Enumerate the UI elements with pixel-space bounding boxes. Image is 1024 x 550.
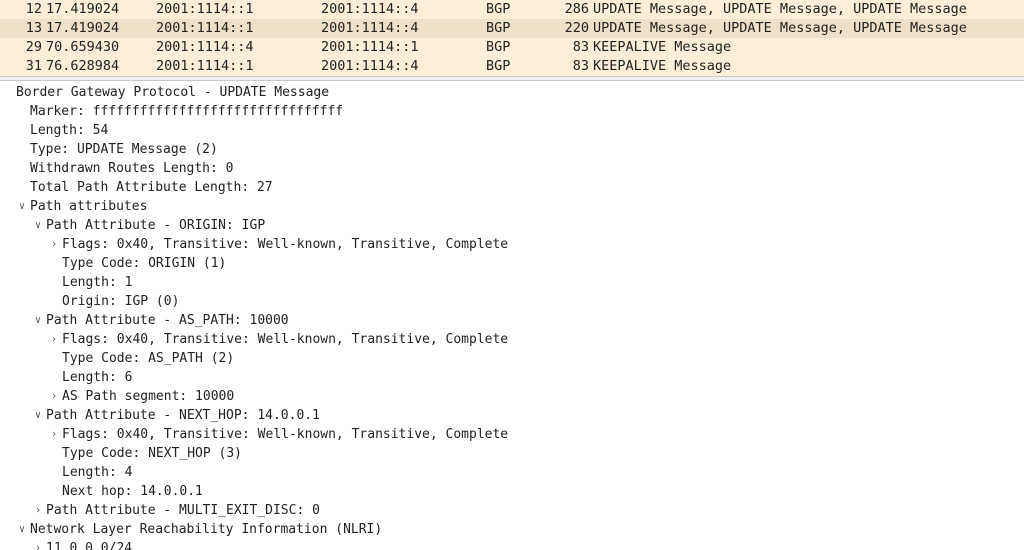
detail-text: Length: 4: [60, 463, 132, 482]
detail-row[interactable]: Type Code: AS_PATH (2): [2, 349, 1024, 368]
detail-text: Length: 1: [60, 273, 132, 292]
detail-row[interactable]: Length: 4: [2, 463, 1024, 482]
detail-text: AS Path segment: 10000: [60, 387, 234, 406]
detail-row[interactable]: ›Flags: 0x40, Transitive: Well-known, Tr…: [2, 235, 1024, 254]
tree-toggle-expanded-icon[interactable]: ∨: [16, 520, 28, 539]
tree-toggle-collapsed-icon[interactable]: ›: [48, 425, 60, 444]
detail-text: Type Code: ORIGIN (1): [60, 254, 226, 273]
packet-col-no: 13: [20, 19, 46, 38]
packet-col-no: 12: [20, 0, 46, 19]
tree-toggle-collapsed-icon[interactable]: ›: [48, 387, 60, 406]
packet-col-info: UPDATE Message, UPDATE Message, UPDATE M…: [593, 19, 1020, 38]
detail-row[interactable]: ›11.0.0.0/24: [2, 539, 1024, 550]
detail-text: Type Code: NEXT_HOP (3): [60, 444, 242, 463]
packet-col-destination: 2001:1114::4: [321, 0, 486, 19]
packet-col-info: KEEPALIVE Message: [593, 57, 1020, 76]
packet-col-source: 2001:1114::4: [156, 38, 321, 57]
tree-toggle-collapsed-icon[interactable]: ›: [48, 235, 60, 254]
detail-row[interactable]: ›Flags: 0x40, Transitive: Well-known, Tr…: [2, 425, 1024, 444]
packet-col-source: 2001:1114::1: [156, 19, 321, 38]
detail-row[interactable]: ›AS Path segment: 10000: [2, 387, 1024, 406]
packet-col-time: 17.419024: [46, 19, 156, 38]
packet-row[interactable]: 3176.6289842001:1114::12001:1114::4BGP83…: [0, 57, 1024, 76]
tree-toggle-expanded-icon[interactable]: ∨: [32, 216, 44, 235]
detail-text: Network Layer Reachability Information (…: [28, 520, 382, 539]
detail-row[interactable]: ∨Network Layer Reachability Information …: [2, 520, 1024, 539]
packet-col-length: 83: [556, 38, 593, 57]
detail-text: 11.0.0.0/24: [44, 539, 132, 550]
detail-row[interactable]: Border Gateway Protocol - UPDATE Message: [2, 83, 1024, 102]
detail-text: Path attributes: [28, 197, 147, 216]
detail-text: Total Path Attribute Length: 27: [28, 178, 273, 197]
tree-toggle-collapsed-icon[interactable]: ›: [32, 501, 44, 520]
packet-col-time: 17.419024: [46, 0, 156, 19]
detail-text: Next hop: 14.0.0.1: [60, 482, 203, 501]
packet-col-destination: 2001:1114::4: [321, 19, 486, 38]
packet-col-protocol: BGP: [486, 57, 556, 76]
packet-col-no: 31: [20, 57, 46, 76]
packet-details-pane[interactable]: Border Gateway Protocol - UPDATE Message…: [0, 81, 1024, 550]
detail-text: Length: 54: [28, 121, 108, 140]
packet-row[interactable]: 2970.6594302001:1114::42001:1114::1BGP83…: [0, 38, 1024, 57]
detail-text: Path Attribute - MULTI_EXIT_DISC: 0: [44, 501, 320, 520]
detail-row[interactable]: Type Code: NEXT_HOP (3): [2, 444, 1024, 463]
packet-col-protocol: BGP: [486, 0, 556, 19]
tree-toggle-collapsed-icon[interactable]: ›: [32, 539, 44, 550]
detail-text: Type: UPDATE Message (2): [28, 140, 218, 159]
detail-row[interactable]: Marker: ffffffffffffffffffffffffffffffff: [2, 102, 1024, 121]
detail-row[interactable]: Length: 54: [2, 121, 1024, 140]
detail-row[interactable]: ∨Path Attribute - NEXT_HOP: 14.0.0.1: [2, 406, 1024, 425]
packet-col-time: 70.659430: [46, 38, 156, 57]
detail-row[interactable]: ›Flags: 0x40, Transitive: Well-known, Tr…: [2, 330, 1024, 349]
packet-col-destination: 2001:1114::1: [321, 38, 486, 57]
detail-row[interactable]: ∨Path attributes: [2, 197, 1024, 216]
detail-text: Flags: 0x40, Transitive: Well-known, Tra…: [60, 235, 508, 254]
packet-list[interactable]: 1217.4190242001:1114::12001:1114::4BGP28…: [0, 0, 1024, 76]
detail-text: Path Attribute - NEXT_HOP: 14.0.0.1: [44, 406, 320, 425]
packet-col-protocol: BGP: [486, 38, 556, 57]
packet-col-source: 2001:1114::1: [156, 57, 321, 76]
detail-row[interactable]: Withdrawn Routes Length: 0: [2, 159, 1024, 178]
packet-col-info: KEEPALIVE Message: [593, 38, 1020, 57]
detail-text: Flags: 0x40, Transitive: Well-known, Tra…: [60, 425, 508, 444]
packet-col-length: 83: [556, 57, 593, 76]
detail-text: Path Attribute - ORIGIN: IGP: [44, 216, 265, 235]
packet-col-length: 286: [556, 0, 593, 19]
tree-toggle-expanded-icon[interactable]: ∨: [32, 406, 44, 425]
packet-row[interactable]: 1317.4190242001:1114::12001:1114::4BGP22…: [0, 19, 1024, 38]
detail-row[interactable]: ›Path Attribute - MULTI_EXIT_DISC: 0: [2, 501, 1024, 520]
detail-row[interactable]: Length: 6: [2, 368, 1024, 387]
packet-col-no: 29: [20, 38, 46, 57]
detail-row[interactable]: Origin: IGP (0): [2, 292, 1024, 311]
detail-text: Origin: IGP (0): [60, 292, 179, 311]
packet-col-time: 76.628984: [46, 57, 156, 76]
packet-col-info: UPDATE Message, UPDATE Message, UPDATE M…: [593, 0, 1020, 19]
detail-row[interactable]: Type Code: ORIGIN (1): [2, 254, 1024, 273]
detail-text: Type Code: AS_PATH (2): [60, 349, 234, 368]
detail-row[interactable]: ∨Path Attribute - AS_PATH: 10000: [2, 311, 1024, 330]
packet-col-protocol: BGP: [486, 19, 556, 38]
tree-toggle-collapsed-icon[interactable]: ›: [48, 330, 60, 349]
detail-text: Marker: ffffffffffffffffffffffffffffffff: [28, 102, 343, 121]
detail-text: Length: 6: [60, 368, 132, 387]
packet-col-source: 2001:1114::1: [156, 0, 321, 19]
detail-row[interactable]: Type: UPDATE Message (2): [2, 140, 1024, 159]
detail-row[interactable]: Length: 1: [2, 273, 1024, 292]
packet-col-destination: 2001:1114::4: [321, 57, 486, 76]
detail-row[interactable]: Total Path Attribute Length: 27: [2, 178, 1024, 197]
packet-row[interactable]: 1217.4190242001:1114::12001:1114::4BGP28…: [0, 0, 1024, 19]
detail-row[interactable]: Next hop: 14.0.0.1: [2, 482, 1024, 501]
detail-text: Flags: 0x40, Transitive: Well-known, Tra…: [60, 330, 508, 349]
detail-text: Withdrawn Routes Length: 0: [28, 159, 234, 178]
detail-row[interactable]: ∨Path Attribute - ORIGIN: IGP: [2, 216, 1024, 235]
tree-toggle-expanded-icon[interactable]: ∨: [16, 197, 28, 216]
detail-text: Border Gateway Protocol - UPDATE Message: [14, 83, 329, 102]
detail-text: Path Attribute - AS_PATH: 10000: [44, 311, 289, 330]
tree-toggle-expanded-icon[interactable]: ∨: [32, 311, 44, 330]
packet-col-length: 220: [556, 19, 593, 38]
